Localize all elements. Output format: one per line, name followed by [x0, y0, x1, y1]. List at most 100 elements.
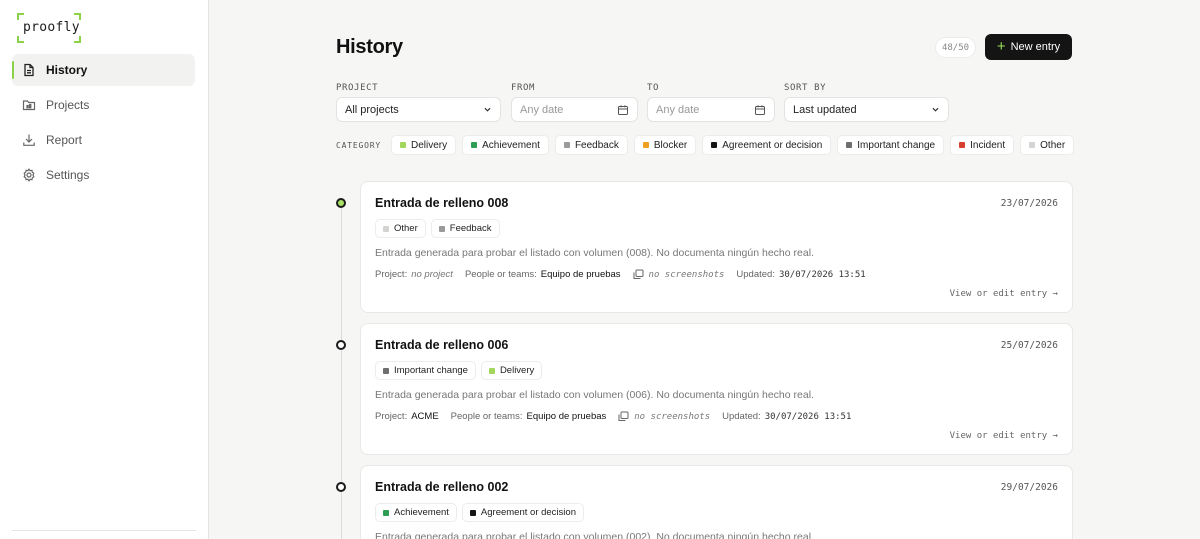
sort-select[interactable]: Last updated	[784, 97, 949, 122]
folder-icon	[22, 100, 36, 111]
entry-tags: Important change Delivery	[375, 361, 543, 380]
new-entry-label: New entry	[1010, 41, 1061, 53]
entry-counter-badge: 48/50	[935, 37, 976, 58]
logo-text: proofly	[23, 20, 80, 35]
entry-description: Entrada generada para probar el listado …	[375, 247, 814, 259]
screenshots-meta: no screenshots	[634, 411, 711, 422]
project-select[interactable]: All projects	[336, 97, 501, 122]
entry-card[interactable]: Entrada de relleno 002 29/07/2026 Achiev…	[360, 465, 1073, 539]
sidebar: proofly History Projects Report Settings	[0, 0, 209, 539]
plus-icon: +	[996, 38, 1006, 55]
calendar-icon	[755, 105, 765, 115]
entry-description: Entrada generada para probar el listado …	[375, 531, 814, 539]
chip-label: Achievement	[482, 139, 540, 151]
people-meta-value: Equipo de pruebas	[540, 269, 621, 280]
chip-label: Blocker	[653, 139, 688, 151]
new-entry-button[interactable]: + New entry	[985, 34, 1072, 60]
logo[interactable]: proofly	[17, 13, 81, 43]
tag-label: Feedback	[449, 223, 492, 234]
entry-title: Entrada de relleno 002	[375, 480, 509, 494]
category-chip-important-change[interactable]: Important change	[837, 135, 945, 155]
entry-description: Entrada generada para probar el listado …	[375, 389, 814, 401]
entry-tag: Achievement	[375, 503, 457, 522]
chip-label: Important change	[857, 139, 936, 151]
timeline-dot	[336, 482, 346, 492]
category-color-dot	[1029, 142, 1036, 148]
chip-label: Agreement or decision	[722, 139, 823, 151]
category-color-dot	[642, 142, 649, 148]
project-meta-label: Project:	[375, 411, 408, 422]
entry-title: Entrada de relleno 006	[375, 338, 509, 352]
sidebar-item-report[interactable]: Report	[12, 124, 195, 156]
category-color-dot	[488, 367, 495, 374]
timeline-dot	[336, 198, 346, 208]
category-color-dot	[846, 142, 853, 148]
people-meta-label: People or teams:	[464, 269, 537, 280]
category-chip-agreement[interactable]: Agreement or decision	[702, 135, 832, 155]
category-chips: Delivery Achievement Feedback Blocker Ag…	[391, 135, 1075, 155]
sidebar-item-history[interactable]: History	[12, 54, 195, 86]
category-chip-achievement[interactable]: Achievement	[462, 135, 549, 155]
entry-card[interactable]: Entrada de relleno 006 25/07/2026 Import…	[360, 323, 1073, 455]
sidebar-item-settings[interactable]: Settings	[12, 159, 195, 191]
app: proofly History Projects Report Settings…	[0, 0, 1200, 539]
to-date-input[interactable]: Any date	[647, 97, 775, 122]
images-icon	[633, 269, 644, 279]
category-chip-delivery[interactable]: Delivery	[391, 135, 457, 155]
view-edit-entry-link[interactable]: View or edit entry →	[950, 289, 1058, 299]
tag-label: Achievement	[394, 507, 449, 518]
to-filter-label: TO	[647, 83, 660, 93]
screenshots-meta: no screenshots	[648, 269, 725, 280]
project-filter-label: PROJECT	[336, 83, 379, 93]
entry-tags: Achievement Agreement or decision	[375, 503, 584, 522]
updated-meta-label: Updated:	[736, 269, 775, 280]
people-meta-label: People or teams:	[450, 411, 523, 422]
from-date-input[interactable]: Any date	[511, 97, 638, 122]
project-meta-label: Project:	[375, 269, 408, 280]
category-filter-label: CATEGORY	[336, 141, 381, 150]
sidebar-item-label: Projects	[46, 98, 90, 112]
entry-tags: Other Feedback	[375, 219, 500, 238]
updated-meta-value: 30/07/2026 13:51	[778, 269, 866, 280]
tag-label: Agreement or decision	[480, 507, 576, 518]
category-chip-incident[interactable]: Incident	[950, 135, 1015, 155]
entry-tag: Important change	[375, 361, 476, 380]
category-chip-feedback[interactable]: Feedback	[554, 135, 628, 155]
calendar-icon	[618, 105, 628, 115]
sidebar-item-projects[interactable]: Projects	[12, 89, 195, 121]
gear-icon	[23, 168, 35, 182]
entry-date: 29/07/2026	[1000, 482, 1058, 493]
sidebar-item-label: History	[46, 63, 88, 77]
chip-label: Delivery	[411, 139, 448, 151]
project-meta-value: no project	[411, 269, 453, 280]
tag-label: Important change	[394, 365, 468, 376]
chip-label: Other	[1040, 139, 1066, 151]
tag-label: Other	[394, 223, 418, 234]
category-chip-other[interactable]: Other	[1020, 135, 1075, 155]
view-edit-entry-link[interactable]: View or edit entry →	[950, 431, 1058, 441]
category-color-dot	[383, 367, 389, 374]
entry-meta: Project: no project People or teams: Equ…	[375, 269, 866, 280]
timeline-dot	[336, 340, 346, 350]
chip-label: Incident	[970, 139, 1006, 151]
entry-card[interactable]: Entrada de relleno 008 23/07/2026 Other …	[360, 181, 1073, 313]
updated-meta-value: 30/07/2026 13:51	[764, 411, 852, 422]
category-chip-blocker[interactable]: Blocker	[633, 135, 697, 155]
project-meta-value: ACME	[411, 411, 439, 422]
category-color-dot	[438, 225, 445, 232]
entry-tag: Feedback	[430, 219, 500, 238]
chip-label: Feedback	[574, 139, 619, 151]
category-color-dot	[383, 509, 389, 516]
images-icon	[618, 411, 629, 421]
category-color-dot	[400, 142, 406, 148]
category-color-dot	[471, 142, 478, 148]
entry-tag: Other	[375, 219, 426, 238]
project-select-value: All projects	[345, 103, 399, 116]
sidebar-item-label: Report	[46, 133, 83, 147]
sort-select-value: Last updated	[793, 103, 857, 116]
entry-tag: Delivery	[480, 361, 543, 380]
sort-filter-label: SORT BY	[784, 83, 827, 93]
entry-title: Entrada de relleno 008	[375, 196, 509, 210]
main-content: History 48/50 + New entry PROJECT All pr…	[209, 0, 1200, 539]
chevron-down-icon	[484, 107, 491, 112]
